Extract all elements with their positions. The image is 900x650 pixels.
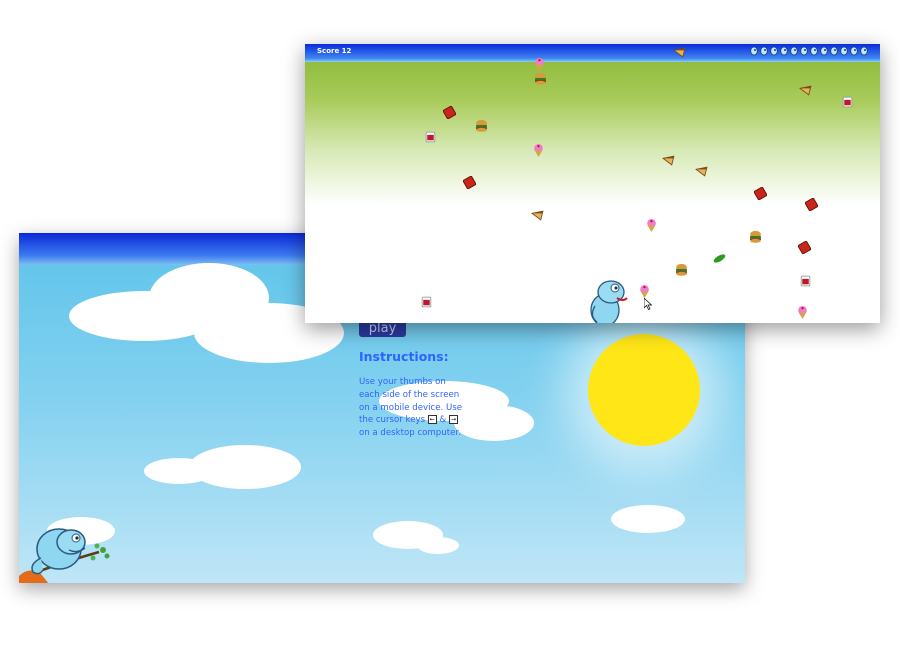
right-arrow-key-icon: → bbox=[448, 415, 458, 425]
hud-bar: Score 12 bbox=[305, 44, 880, 62]
chameleon-head-icon bbox=[830, 46, 838, 56]
burger-icon bbox=[676, 263, 687, 276]
ice-cream-icon bbox=[535, 58, 544, 71]
chameleon-head-icon bbox=[820, 46, 828, 56]
jam-jar-icon bbox=[421, 296, 432, 308]
instructions-line: on a desktop computer. bbox=[359, 428, 461, 439]
jam-jar-icon bbox=[842, 96, 853, 108]
book-icon bbox=[463, 176, 476, 189]
pie-slice-icon bbox=[662, 155, 675, 166]
score-label: Score 12 bbox=[317, 47, 352, 55]
chameleon-branch-icon bbox=[19, 528, 110, 583]
game-screen: Score 12 bbox=[305, 44, 880, 323]
chameleon-head-icon bbox=[850, 46, 858, 56]
chameleon-head-icon bbox=[770, 46, 778, 56]
chameleon-head-icon bbox=[780, 46, 788, 56]
chameleon-head-icon bbox=[840, 46, 848, 56]
sun bbox=[588, 334, 700, 446]
instructions-title: Instructions: bbox=[359, 349, 449, 364]
instructions-line: the cursor keys ← & → bbox=[359, 414, 469, 427]
pie-slice-icon bbox=[799, 85, 812, 96]
chameleon-player-icon[interactable] bbox=[587, 276, 637, 323]
ice-cream-icon bbox=[640, 285, 649, 298]
jam-jar-icon bbox=[425, 131, 436, 143]
book-icon bbox=[443, 106, 456, 119]
lives-display bbox=[750, 46, 868, 56]
burger-icon bbox=[476, 119, 487, 132]
pickle-icon bbox=[713, 254, 726, 263]
chameleon-head-icon bbox=[810, 46, 818, 56]
book-icon bbox=[805, 198, 818, 211]
instructions-text: Use your thumbs on each side of the scre… bbox=[359, 376, 469, 440]
instructions-line: on a mobile device. Use bbox=[359, 402, 463, 413]
burger-icon bbox=[535, 72, 546, 85]
jam-jar-icon bbox=[800, 275, 811, 287]
instructions-line: each side of the screen bbox=[359, 389, 460, 400]
chameleon-head-icon bbox=[860, 46, 868, 56]
left-arrow-key-icon: ← bbox=[427, 415, 437, 425]
ice-cream-icon bbox=[534, 144, 543, 157]
ice-cream-icon bbox=[798, 306, 807, 319]
pie-slice-icon bbox=[673, 47, 686, 58]
chameleon-head-icon bbox=[800, 46, 808, 56]
instructions-line-keys: the cursor keys bbox=[359, 415, 426, 426]
ice-cream-icon bbox=[647, 219, 656, 232]
instructions-line: Use your thumbs on bbox=[359, 377, 446, 387]
instructions-and: & bbox=[439, 415, 447, 426]
chameleon-head-icon bbox=[760, 46, 768, 56]
chameleon-head-icon bbox=[750, 46, 758, 56]
book-icon bbox=[754, 187, 767, 200]
burger-icon bbox=[750, 230, 761, 243]
book-icon bbox=[798, 241, 811, 254]
mouse-cursor-icon bbox=[644, 298, 652, 310]
pie-slice-icon bbox=[531, 210, 544, 221]
chameleon-head-icon bbox=[790, 46, 798, 56]
pie-slice-icon bbox=[695, 166, 708, 177]
